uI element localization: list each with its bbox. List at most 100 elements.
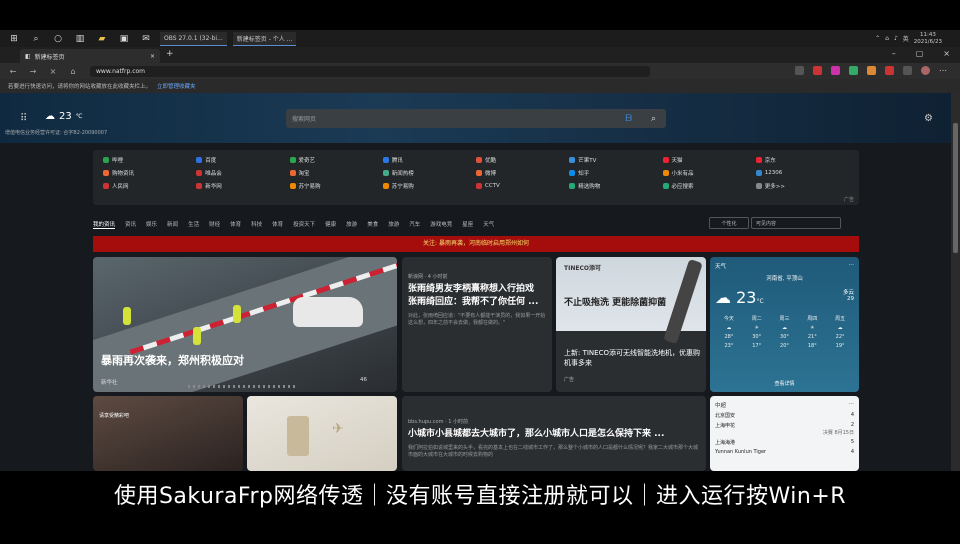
lang-indicator[interactable]: 英 <box>903 34 909 43</box>
store-icon[interactable]: ▣ <box>116 32 132 46</box>
category-tab[interactable]: 汽车 <box>409 220 420 229</box>
taskbar-app-edge[interactable]: 新建标签页 - 个人 ... <box>232 31 297 46</box>
team-row[interactable]: 北京国安 4 <box>715 412 854 419</box>
back-icon[interactable]: ← <box>6 67 20 76</box>
extension-icon[interactable] <box>831 66 840 75</box>
category-tab[interactable]: 科技 <box>251 220 262 229</box>
category-tab[interactable]: 体育 <box>272 220 283 229</box>
category-tab[interactable]: 我的资讯 <box>93 220 116 229</box>
page-scrollbar[interactable] <box>951 93 960 471</box>
profile-avatar[interactable] <box>921 66 930 75</box>
bing-icon[interactable]: ᗷ <box>626 114 633 124</box>
category-tab[interactable]: 娱乐 <box>146 220 157 229</box>
start-icon[interactable]: ⊞ <box>6 32 22 46</box>
team-row[interactable]: 上海申花 2 <box>715 422 854 429</box>
quick-link[interactable]: 知乎 <box>569 166 662 179</box>
quick-link[interactable]: 购物资讯 <box>103 166 196 179</box>
settings-gear-icon[interactable]: ⚙ <box>924 113 933 124</box>
quick-link[interactable]: 苏宁易购 <box>289 179 383 192</box>
more-options-icon[interactable]: ⋯ <box>849 262 855 270</box>
close-window-icon[interactable]: × <box>943 49 950 58</box>
alert-banner[interactable]: 关注: 暴雨再袭，河南临时启用郑州如何 <box>93 236 859 252</box>
category-tab[interactable]: 生活 <box>188 220 199 229</box>
quick-link[interactable]: 优酷 <box>476 153 569 166</box>
category-tab[interactable]: 体育 <box>230 220 241 229</box>
quick-link[interactable]: 唯品会 <box>196 166 289 179</box>
clock[interactable]: 11:43 2021/6/23 <box>914 32 942 46</box>
quick-link[interactable]: 精选购物 <box>569 179 662 192</box>
category-tab[interactable]: 美食 <box>367 220 378 229</box>
news-card[interactable]: 新浪网 · 4 小时前 张雨绮男友李柄熹称想入行拍戏 张雨绮回应：我帮不了你任何… <box>402 257 552 392</box>
search-box[interactable]: 搜索网页 ᗷ ⌕ <box>286 109 666 128</box>
category-tab[interactable]: 新闻 <box>167 220 178 229</box>
category-tab[interactable]: 游戏电竞 <box>430 220 452 229</box>
tab-close-icon[interactable]: × <box>150 53 155 60</box>
category-tab[interactable]: 投资天下 <box>293 220 315 229</box>
minimize-icon[interactable]: – <box>892 49 896 58</box>
search-icon[interactable]: ⌕ <box>651 114 656 124</box>
ad-subtitle[interactable]: 上新: TINECO添可无线智能洗地机，优惠购机事多来 <box>564 348 706 368</box>
search-icon[interactable]: ⌕ <box>28 32 44 46</box>
main-news-reactions[interactable]: 46 <box>360 377 367 383</box>
image-card[interactable]: ✈ <box>247 396 397 471</box>
task-view-icon[interactable]: ▥ <box>72 32 88 46</box>
category-tab[interactable]: 星座 <box>462 220 473 229</box>
extension-icon[interactable] <box>885 66 894 75</box>
video-card[interactable]: 请享受精彩吧 <box>93 396 243 471</box>
maximize-icon[interactable]: ▢ <box>916 49 924 58</box>
infobar-link[interactable]: 立即管理收藏夹 <box>157 82 196 90</box>
quick-link[interactable]: 爱奇艺 <box>289 153 383 166</box>
news-title[interactable]: 小城市小县城都去大城市了，那么小城市人口是怎么保持下来 ... <box>408 428 700 441</box>
volume-icon[interactable]: ♪ <box>894 35 898 42</box>
folder-icon[interactable]: ▰ <box>94 32 110 46</box>
team-row[interactable]: Yunnan Kunlun Tiger 4 <box>715 449 854 455</box>
quick-link[interactable]: CCTV <box>476 179 569 192</box>
quick-link[interactable]: 京东 <box>755 153 849 166</box>
quick-link[interactable]: 小米有品 <box>662 166 756 179</box>
quick-link[interactable]: 12306 <box>755 166 849 179</box>
extension-icon[interactable] <box>849 66 858 75</box>
quick-link[interactable]: 新闻热榜 <box>382 166 476 179</box>
category-tab[interactable]: 天气 <box>483 220 494 229</box>
ad-card[interactable]: TINECO添可 不止吸拖洗 更能除菌抑菌 上新: TINECO添可无线智能洗地… <box>556 257 706 392</box>
weather-card[interactable]: 天气 ⋯ 河南省, 平顶山 ☁ 23°C 多云 29 今天 周二 周三 周四 周五 ☁ ☀ ☁ ☀… <box>710 257 859 392</box>
quick-link[interactable]: 哔哩 <box>103 153 196 166</box>
quick-link[interactable]: 苏宁易购 <box>382 179 476 192</box>
extension-icon[interactable] <box>795 66 804 75</box>
tray-chevron-icon[interactable]: ⌃ <box>875 35 880 42</box>
sports-card[interactable]: 中超 ⋯ 北京国安 4 上海申花 2 决赛 8月15日 上海海港 5 Yunnan Kunlu… <box>710 396 859 471</box>
weather-location[interactable]: 河南省, 平顶山 <box>715 274 854 282</box>
team-row[interactable]: 上海海港 5 <box>715 439 854 446</box>
quick-link[interactable]: 新华网 <box>196 179 289 192</box>
personalize-button[interactable]: 个性化 <box>709 217 749 229</box>
new-tab-button[interactable]: + <box>166 49 174 63</box>
more-menu-icon[interactable]: … <box>939 65 948 75</box>
extension-icon[interactable] <box>813 66 822 75</box>
quick-link[interactable]: 天猫 <box>662 153 756 166</box>
category-tab[interactable]: 旅游 <box>388 220 399 229</box>
quick-link[interactable]: 更多>> <box>755 179 849 192</box>
weather-more-link[interactable]: 查看详情 <box>710 380 859 387</box>
apps-grid-icon[interactable]: ⠿ <box>20 113 27 124</box>
taskbar-app-obs[interactable]: OBS 27.0.1 (32-bi... <box>160 31 227 46</box>
carousel-dots[interactable] <box>188 385 298 388</box>
category-tab[interactable]: 健康 <box>325 220 336 229</box>
network-icon[interactable]: ⌂ <box>885 35 889 42</box>
content-visibility-select[interactable]: 可见内容 <box>751 217 841 229</box>
quick-link[interactable]: 必应搜索 <box>662 179 756 192</box>
stop-icon[interactable]: × <box>46 67 60 76</box>
quick-link[interactable]: 淘宝 <box>289 166 383 179</box>
icp-license[interactable]: 增值电信业务经营许可证: 合字B2-20090007 <box>5 129 107 136</box>
cortana-icon[interactable]: ○ <box>50 32 66 46</box>
quick-link[interactable]: 微博 <box>476 166 569 179</box>
weather-summary[interactable]: ☁ 23 ℃ <box>45 111 82 122</box>
quick-link[interactable]: 芒果TV <box>569 153 662 166</box>
main-news-card[interactable]: 暴雨再次袭来，郑州积极应对 新华社 46 <box>93 257 397 392</box>
news-title[interactable]: 张雨绮男友李柄熹称想入行拍戏 张雨绮回应：我帮不了你任何 ... <box>408 283 546 309</box>
category-tab[interactable]: 财经 <box>209 220 220 229</box>
news-card[interactable]: bbs.hupu.com · 1 小时前 小城市小县城都去大城市了，那么小城市人… <box>402 396 706 471</box>
scrollbar-thumb[interactable] <box>953 123 958 253</box>
mail-icon[interactable]: ✉ <box>138 32 154 46</box>
extension-icon[interactable] <box>867 66 876 75</box>
quick-link[interactable]: 腾讯 <box>382 153 476 166</box>
